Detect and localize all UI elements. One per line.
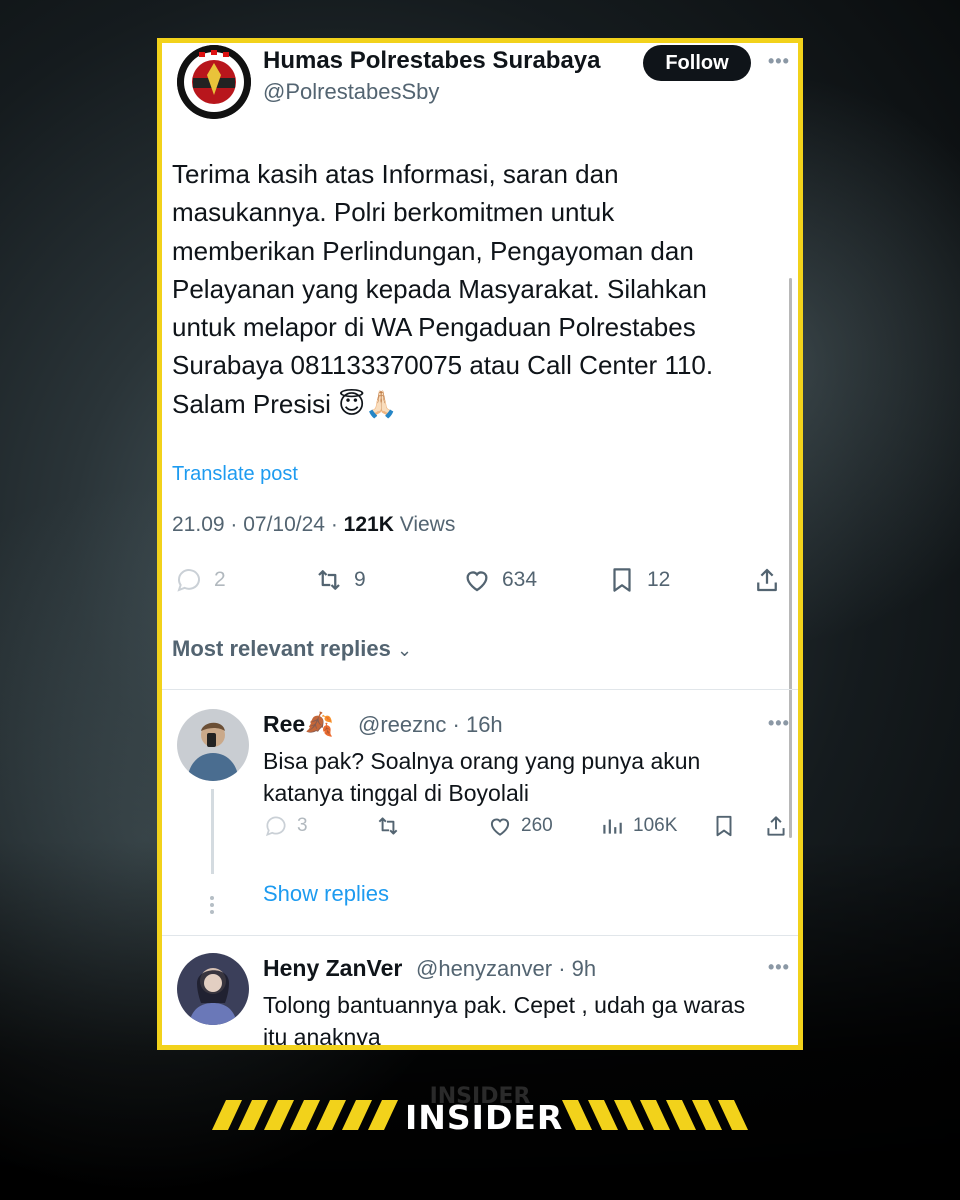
avatar-photo [177, 709, 249, 781]
share-button[interactable] [752, 565, 782, 595]
reply-button[interactable]: 3 [263, 813, 308, 839]
reply-text-line: Bisa pak? Soalnya orang yang punya akun [263, 748, 701, 774]
reply-text: Bisa pak? Soalnya orang yang punya akun … [263, 745, 793, 809]
bookmark-icon [716, 815, 732, 837]
bookmark-button[interactable] [711, 813, 737, 839]
reply-item[interactable]: Heny ZanVer @henyzanver · 9h ••• Tolong … [172, 953, 793, 1050]
bookmark-button[interactable]: 12 [607, 565, 670, 595]
heart-icon [466, 571, 488, 592]
post-body: Terima kasih atas Informasi, saran dan m… [172, 155, 772, 423]
author-avatar[interactable] [177, 45, 251, 119]
post-body-line: Surabaya 081133370075 atau Call Center 1… [172, 350, 714, 381]
views-button[interactable]: 106K [599, 813, 677, 839]
reply-age: 9h [571, 956, 597, 981]
separator-dot: · [558, 956, 566, 981]
thread-line [211, 789, 214, 874]
share-icon [757, 568, 777, 592]
like-button[interactable]: 260 [487, 813, 553, 839]
post-body-line: memberikan Perlindungan, Pengayoman dan [172, 235, 694, 266]
separator-dot: · [330, 513, 344, 536]
reply-handle: @reeznc [358, 712, 447, 737]
bookmark-icon [613, 568, 631, 592]
repost-icon [318, 570, 340, 590]
reply-handle: @henyzanver [416, 956, 553, 981]
author-name[interactable]: Humas Polrestabes Surabaya [263, 47, 601, 75]
reply-author-name[interactable]: Heny ZanVer [263, 955, 402, 982]
post-body-line: untuk melapor di WA Pengaduan Polrestabe… [172, 312, 696, 343]
repost-icon [378, 817, 398, 835]
more-options-icon[interactable]: ••• [768, 51, 790, 72]
divider [162, 689, 798, 690]
bookmark-count: 12 [647, 568, 671, 591]
post-date[interactable]: 07/10/24 [243, 513, 325, 536]
post-body-line: Salam Presisi 😇🙏🏻 [172, 388, 398, 419]
reply-text-line: itu anaknya [263, 1024, 381, 1050]
reply-avatar[interactable] [177, 953, 249, 1025]
thread-dots [209, 896, 215, 917]
like-count: 260 [521, 815, 553, 836]
repost-count: 9 [354, 568, 366, 591]
like-button[interactable]: 634 [462, 565, 537, 595]
more-options-icon[interactable]: ••• [768, 713, 790, 734]
reply-button[interactable]: 2 [174, 565, 226, 595]
reply-author-name[interactable]: Ree🍂 [263, 711, 334, 738]
share-icon [767, 816, 785, 836]
hazard-stripes-left [212, 1100, 398, 1130]
reply-action-bar: 3 260 106K [263, 813, 793, 843]
more-options-icon[interactable]: ••• [768, 957, 790, 978]
post-meta: 21.09 · 07/10/24 · 121K Views [172, 513, 455, 537]
reply-count: 3 [297, 815, 308, 836]
show-replies-link[interactable]: Show replies [263, 881, 389, 907]
post-body-line: masukannya. Polri berkomitmen untuk [172, 197, 615, 228]
reply-icon [265, 816, 286, 837]
reply-sort-dropdown[interactable]: Most relevant replies ⌄ [172, 636, 412, 662]
author-handle[interactable]: @PolrestabesSby [263, 79, 439, 105]
police-logo-icon [177, 45, 251, 119]
post-time[interactable]: 21.09 [172, 513, 225, 536]
reply-item[interactable]: Ree🍂 @reeznc · 16h ••• Bisa pak? Soalnya… [172, 709, 792, 939]
tweet-screenshot-card: Humas Polrestabes Surabaya @PolrestabesS… [157, 38, 803, 1050]
avatar-photo [177, 953, 249, 1025]
like-count: 634 [502, 568, 538, 591]
reply-count: 2 [214, 568, 226, 591]
reply-text-line: Tolong bantuannya pak. Cepet , udah ga w… [263, 992, 746, 1018]
reply-sort-label: Most relevant replies [172, 636, 391, 661]
translate-post-link[interactable]: Translate post [172, 463, 298, 486]
reply-text: Tolong bantuannya pak. Cepet , udah ga w… [263, 989, 793, 1050]
reply-author-handle[interactable]: @henyzanver · 9h [416, 956, 596, 982]
separator-dot: · [230, 513, 244, 536]
separator-dot: · [452, 712, 460, 737]
reply-age: 16h [465, 712, 503, 737]
repost-button[interactable] [375, 813, 401, 839]
reply-icon [177, 569, 200, 592]
repost-button[interactable]: 9 [314, 565, 366, 595]
post-body-line: Terima kasih atas Informasi, saran dan [172, 159, 619, 189]
heart-icon [490, 818, 510, 836]
brand-logo: INSIDER [405, 1098, 564, 1137]
reply-text-line: katanya tinggal di Boyolali [263, 780, 529, 806]
insider-brand-footer: INSIDER INSIDER [0, 1080, 960, 1150]
reply-author-handle[interactable]: @reeznc · 16h [358, 712, 503, 738]
views-count: 106K [633, 815, 678, 836]
chevron-down-icon: ⌄ [397, 640, 413, 660]
views-label: Views [399, 513, 456, 536]
post-action-bar: 2 9 634 12 [172, 565, 792, 601]
hazard-stripes-right [562, 1100, 748, 1130]
post-header: Humas Polrestabes Surabaya @PolrestabesS… [172, 43, 792, 123]
share-button[interactable] [763, 813, 789, 839]
views-count: 121K [343, 513, 394, 536]
views-chart-icon [603, 819, 622, 834]
post-body-line: Pelayanan yang kepada Masyarakat. Silahk… [172, 273, 707, 304]
divider [162, 935, 798, 936]
follow-button[interactable]: Follow [643, 45, 751, 81]
reply-avatar[interactable] [177, 709, 249, 781]
